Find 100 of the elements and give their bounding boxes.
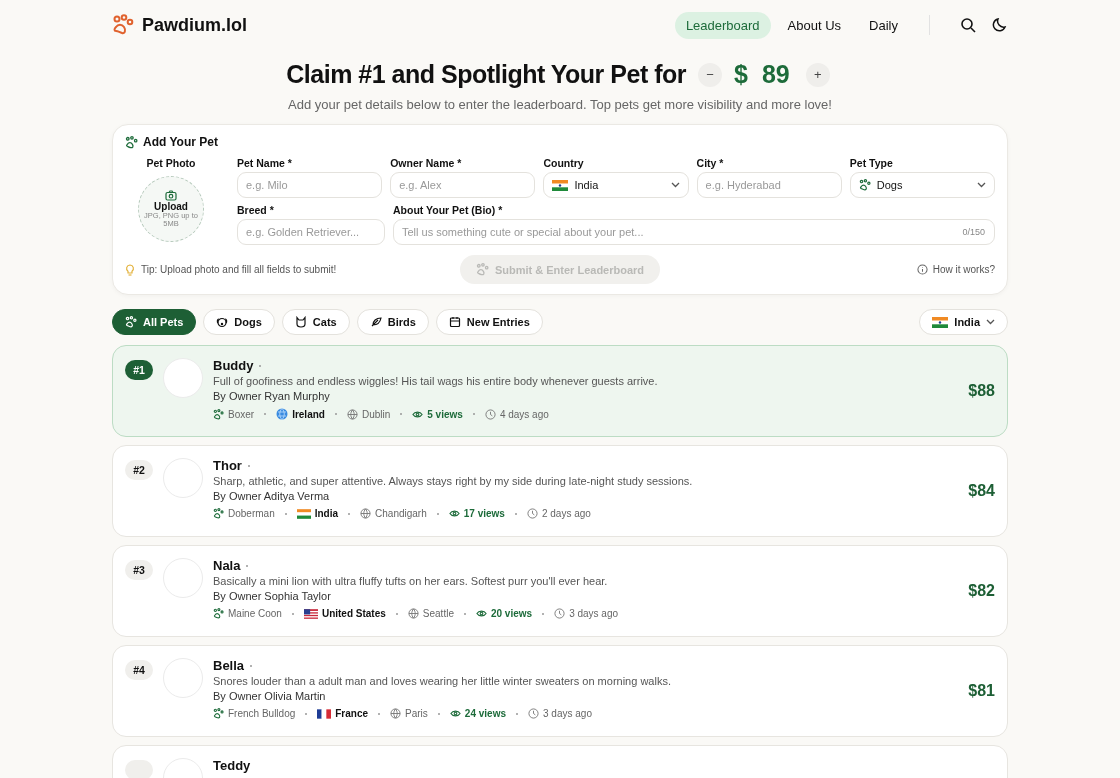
- bid-price: $88: [968, 382, 995, 400]
- flag-icon: [303, 608, 318, 619]
- leaderboard-card[interactable]: #2 Thor Sharp, athletic, and super attentive. Always stays right by my side during late-night study sessions. By Owner Aditya Verma Doberman India Chandigarh 17 views 2 days ago $84: [112, 445, 1008, 537]
- globe-icon: [276, 408, 289, 420]
- country-tag: India: [296, 508, 339, 519]
- breed-tag: Boxer: [213, 408, 255, 420]
- select-field[interactable]: Dogs: [849, 172, 995, 198]
- search-icon[interactable]: [960, 17, 976, 33]
- input-field[interactable]: e.g. Hyderabad: [696, 172, 842, 198]
- field-label: Pet Name *: [237, 157, 293, 169]
- price-value: 89: [761, 60, 790, 89]
- owner-name: By Owner Sophia Taylor: [213, 590, 332, 602]
- paw-icon: [475, 263, 489, 276]
- leaderboard-card[interactable]: #1 Buddy Full of goofiness and endless wiggles! His tail wags his entire body whenever guests arrive. By Owner Ryan Murphy Boxer Ireland Dublin 5 views 4 days ago $88: [112, 345, 1008, 437]
- rank-badge: #4: [125, 660, 153, 680]
- camera-icon: [165, 189, 177, 201]
- owner-name: By Owner Ryan Murphy: [213, 390, 331, 402]
- globe-icon: [407, 608, 419, 619]
- pet-name: Teddy: [213, 758, 251, 773]
- pet-name: Nala: [213, 558, 241, 573]
- decrease-button[interactable]: −: [698, 62, 722, 87]
- filter-tab[interactable]: New Entries: [435, 309, 543, 335]
- views-count: 20 views: [475, 608, 533, 619]
- character-counter: 0/150: [962, 227, 985, 237]
- owner-name: By Owner Aditya Verma: [213, 490, 331, 502]
- bid-price: $84: [968, 482, 995, 500]
- field-label: Pet Photo: [146, 157, 196, 169]
- field-label: Owner Name *: [390, 157, 463, 169]
- field-label: City *: [696, 157, 725, 169]
- rank-badge: #3: [125, 560, 153, 580]
- filter-tab[interactable]: Birds: [356, 309, 429, 335]
- eye-icon: [475, 609, 487, 618]
- paw-icon: [213, 508, 224, 519]
- views-count: 24 views: [449, 708, 506, 719]
- paw-logo-icon: [112, 14, 134, 36]
- rank-badge: #1: [125, 360, 153, 380]
- breed-tag: Doberman: [213, 508, 275, 519]
- breed-tag: Maine Coon: [213, 608, 282, 619]
- posted-time: 3 days ago: [554, 608, 619, 619]
- feather-icon: [369, 316, 382, 328]
- filter-tab[interactable]: Dogs: [203, 309, 275, 335]
- globe-icon: [346, 408, 358, 420]
- clock-icon: [484, 408, 496, 420]
- hero-title: Claim #1 and Spotlight Your Pet for: [286, 60, 686, 89]
- posted-time: 2 days ago: [526, 508, 591, 519]
- nav-link[interactable]: Leaderboard: [674, 11, 771, 39]
- city-tag: Dublin: [346, 408, 391, 420]
- nav-link[interactable]: About Us: [776, 11, 853, 39]
- country-tag: Ireland: [276, 408, 325, 420]
- currency-sign: $: [734, 60, 748, 89]
- leaderboard-card[interactable]: #4 Bella Snores louder than a adult man and loves wearing her little winter sweaters on morning walks. By Owner Olivia Martin French Bulldog France Paris 24 views 3 days ago $81: [112, 645, 1008, 737]
- flag-icon: [932, 316, 949, 328]
- clock-icon: [554, 608, 566, 619]
- views-count: 5 views: [412, 408, 463, 420]
- views-count: 17 views: [448, 508, 505, 519]
- chevron-down-icon: [670, 182, 680, 188]
- globe-icon: [360, 508, 372, 519]
- globe-icon: [390, 708, 402, 719]
- field-label: Pet Type: [849, 157, 894, 169]
- posted-time: 3 days ago: [528, 708, 592, 719]
- form-title: Add Your Pet: [143, 135, 218, 149]
- rank-badge: #2: [125, 460, 153, 480]
- leaderboard-card[interactable]: #3 Nala Basically a mini lion with ultra fluffy tufts on her ears. Softest purr you'll ever hear. By Owner Sophia Taylor Maine Coon United States Seattle 20 views 3 days ago $82: [112, 545, 1008, 637]
- eye-icon: [448, 509, 460, 518]
- filter-tab[interactable]: All Pets: [112, 309, 197, 335]
- city-tag: Chandigarh: [360, 508, 427, 519]
- how-it-works-link[interactable]: How it works?: [735, 264, 995, 275]
- pet-name: Thor: [213, 458, 242, 473]
- chevron-down-icon: [986, 319, 995, 325]
- flag-icon: [296, 508, 311, 519]
- input-field[interactable]: e.g. Milo: [237, 172, 383, 198]
- bid-price: $81: [968, 682, 995, 700]
- filter-tab[interactable]: Cats: [281, 309, 350, 335]
- dog-face-icon: [216, 316, 229, 328]
- nav-link[interactable]: Daily: [858, 11, 909, 39]
- lightbulb-icon: [125, 263, 135, 276]
- owner-name: By Owner Olivia Martin: [213, 690, 327, 702]
- paw-icon: [213, 408, 224, 420]
- field-label: Country: [543, 157, 585, 169]
- input-field[interactable]: e.g. Golden Retriever...: [237, 219, 385, 245]
- increase-button[interactable]: +: [805, 62, 830, 87]
- paw-icon: [858, 179, 871, 191]
- paw-icon: [213, 608, 224, 619]
- field-label: About Your Pet (Bio) *: [393, 204, 504, 216]
- hero-subtitle: Add your pet details below to enter the leaderboard. Top pets get more visibility and more love!: [287, 97, 833, 112]
- paw-icon: [125, 316, 137, 328]
- leaderboard-card[interactable]: Teddy: [112, 745, 1008, 778]
- city-tag: Seattle: [407, 608, 454, 619]
- eye-icon: [449, 709, 461, 718]
- brand-name: Pawdium.lol: [142, 14, 247, 36]
- field-label: Breed *: [237, 204, 275, 216]
- select-field[interactable]: India: [543, 172, 689, 198]
- tip-text: Tip: Upload photo and fill all fields to submit!: [141, 264, 337, 275]
- country-dropdown[interactable]: India: [919, 309, 1008, 335]
- input-field[interactable]: e.g. Alex: [390, 172, 536, 198]
- moon-icon[interactable]: [992, 17, 1008, 33]
- bid-price: $82: [968, 582, 995, 600]
- flag-icon: [317, 708, 332, 719]
- country-tag: United States: [303, 608, 386, 619]
- breed-tag: French Bulldog: [213, 708, 296, 719]
